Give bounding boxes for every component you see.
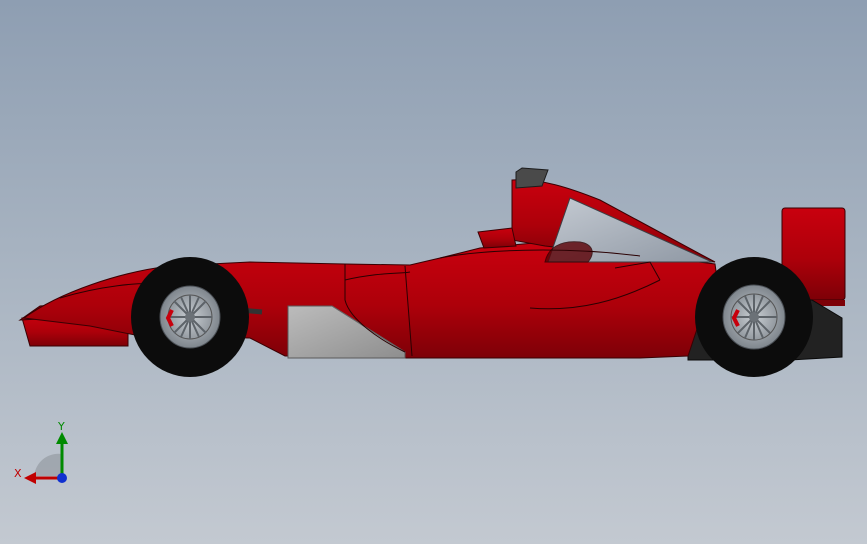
triad-y-label: Y (57, 420, 65, 433)
rear-wheel[interactable] (695, 257, 813, 377)
triad-plane-indicator (34, 453, 62, 476)
f1-car-model[interactable] (0, 0, 867, 544)
front-wheel[interactable] (131, 257, 249, 377)
graphics-viewport[interactable]: Y X (0, 0, 867, 544)
reference-triad: Y X (14, 420, 68, 484)
triad-z-axis (57, 473, 67, 483)
triad-x-label: X (14, 467, 22, 480)
mirror (477, 227, 517, 249)
